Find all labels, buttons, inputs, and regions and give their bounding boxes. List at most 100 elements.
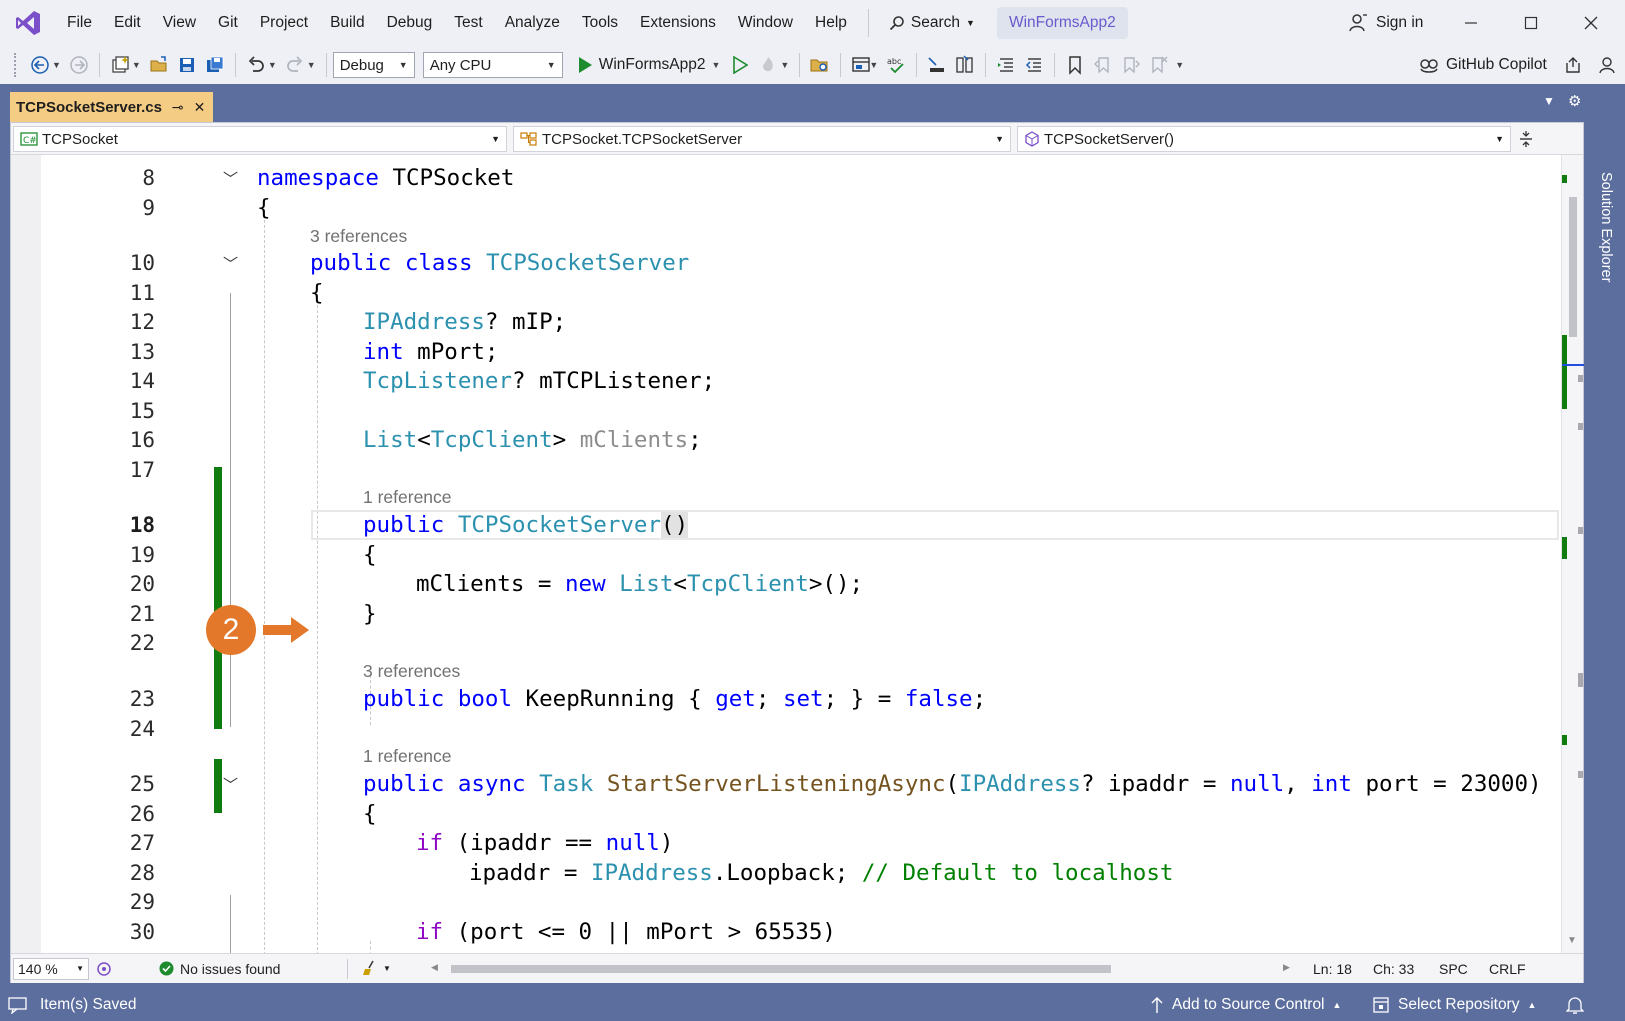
open-file-button[interactable] bbox=[145, 51, 173, 79]
visual-studio-logo-icon[interactable] bbox=[0, 0, 56, 46]
panel-icon bbox=[956, 55, 973, 73]
horizontal-scrollbar[interactable]: ◀ ▶ bbox=[431, 962, 1331, 976]
line-ending-indicator[interactable]: CRLF bbox=[1489, 954, 1526, 984]
toggle-panel-button[interactable] bbox=[951, 51, 979, 79]
member-dropdown[interactable]: TCPSocketServer() ▼ bbox=[1017, 126, 1511, 152]
chevron-down-icon[interactable]: ▼ bbox=[869, 60, 878, 70]
start-without-debugging-button[interactable] bbox=[726, 51, 754, 79]
menu-test[interactable]: Test bbox=[443, 0, 493, 46]
outdent-button[interactable] bbox=[992, 51, 1020, 79]
feedback-icon[interactable] bbox=[1597, 55, 1617, 75]
sign-in-label: Sign in bbox=[1376, 14, 1424, 31]
solution-explorer-side-tab[interactable]: Solution Explorer bbox=[1588, 172, 1614, 302]
split-icon bbox=[1520, 131, 1532, 147]
chevron-down-icon[interactable]: ﹀ bbox=[223, 774, 239, 794]
chevron-down-icon[interactable]: ▼ bbox=[307, 60, 316, 70]
tab-overflow-icon[interactable]: ▼ bbox=[1543, 94, 1555, 108]
gear-icon[interactable]: ⚙ bbox=[1568, 92, 1581, 110]
menu-help[interactable]: Help bbox=[804, 0, 858, 46]
solution-name-badge[interactable]: WinFormsApp2 bbox=[996, 7, 1128, 39]
menu-git[interactable]: Git bbox=[207, 0, 249, 46]
undo-button[interactable] bbox=[242, 51, 270, 79]
start-debugging-button[interactable]: WinFormsApp2 ▼ bbox=[577, 56, 720, 74]
chevron-down-icon[interactable]: ﹀ bbox=[223, 168, 239, 188]
menu-view[interactable]: View bbox=[152, 0, 207, 46]
menu-build[interactable]: Build bbox=[319, 0, 375, 46]
scroll-right-icon[interactable]: ▶ bbox=[1283, 962, 1290, 973]
next-bookmark-button[interactable] bbox=[1117, 51, 1145, 79]
new-project-button[interactable] bbox=[106, 51, 134, 79]
sign-in-button[interactable]: Sign in bbox=[1348, 0, 1423, 46]
run-target-label: WinFormsApp2 bbox=[598, 56, 706, 73]
pin-icon[interactable]: ⊸ bbox=[172, 99, 184, 116]
project-dropdown[interactable]: C# TCPSocket ▼ bbox=[13, 126, 507, 152]
close-tab-icon[interactable]: ✕ bbox=[194, 99, 206, 116]
code-cleanup-button[interactable]: ▼ bbox=[361, 959, 391, 977]
solution-explorer-toolbar-button[interactable] bbox=[806, 51, 834, 79]
menu-project[interactable]: Project bbox=[249, 0, 319, 46]
codelens-references[interactable]: 3 references bbox=[363, 656, 460, 686]
menu-analyze[interactable]: Analyze bbox=[494, 0, 571, 46]
type-dropdown[interactable]: TCPSocket.TCPSocketServer ▼ bbox=[513, 126, 1011, 152]
clear-bookmarks-button[interactable] bbox=[1145, 51, 1173, 79]
share-icon[interactable] bbox=[1563, 55, 1583, 75]
menu-tools[interactable]: Tools bbox=[571, 0, 629, 46]
toolbar-separator bbox=[985, 53, 987, 77]
navigate-back-button[interactable] bbox=[26, 51, 54, 79]
chevron-down-icon[interactable]: ﹀ bbox=[223, 253, 239, 273]
codelens-references[interactable]: 3 references bbox=[310, 221, 407, 251]
toolbar-overflow-icon[interactable]: ▼ bbox=[1175, 60, 1184, 70]
scroll-left-icon[interactable]: ◀ bbox=[431, 962, 438, 973]
indent-button[interactable] bbox=[1020, 51, 1048, 79]
split-editor-button[interactable] bbox=[1515, 126, 1537, 152]
add-to-source-control-button[interactable]: Add to Source Control ▲ bbox=[1150, 989, 1341, 1021]
menu-extensions[interactable]: Extensions bbox=[629, 0, 727, 46]
line-number: 23 bbox=[129, 687, 155, 711]
navigate-forward-button[interactable] bbox=[65, 51, 93, 79]
chevron-down-icon[interactable]: ▼ bbox=[268, 60, 277, 70]
zoom-dropdown[interactable]: 140 % ▼ bbox=[13, 957, 89, 980]
solution-platform-dropdown[interactable]: Any CPU ▼ bbox=[422, 52, 563, 78]
scroll-down-icon[interactable]: ▼ bbox=[1567, 935, 1577, 946]
tab-tcpsocketserver-cs[interactable]: TCPSocketServer.cs ⊸ ✕ bbox=[10, 92, 214, 122]
menu-debug[interactable]: Debug bbox=[376, 0, 444, 46]
select-repository-button[interactable]: Select Repository ▲ bbox=[1372, 989, 1536, 1021]
toolbar-grip[interactable] bbox=[14, 53, 20, 77]
github-copilot-button[interactable]: GitHub Copilot bbox=[1418, 46, 1617, 84]
intellicode-icon[interactable] bbox=[95, 960, 113, 978]
save-all-button[interactable] bbox=[201, 51, 229, 79]
menu-window[interactable]: Window bbox=[727, 0, 804, 46]
hot-reload-button[interactable] bbox=[754, 51, 782, 79]
codelens-references[interactable]: 1 reference bbox=[363, 482, 452, 512]
menu-file[interactable]: File bbox=[56, 0, 103, 46]
chevron-down-icon[interactable]: ▼ bbox=[132, 60, 141, 70]
code-text-area[interactable]: 8 ﹀ namespace TCPSocket 9 { 3 references… bbox=[11, 155, 1561, 953]
codelens-references[interactable]: 1 reference bbox=[363, 741, 452, 771]
code-line-15: 15 bbox=[11, 396, 1561, 426]
solution-configuration-dropdown[interactable]: Debug ▼ bbox=[332, 52, 415, 78]
close-window-button[interactable] bbox=[1562, 0, 1620, 46]
spell-check-button[interactable]: abc bbox=[882, 51, 910, 79]
scrollbar-thumb[interactable] bbox=[451, 965, 1111, 973]
save-button[interactable] bbox=[173, 51, 201, 79]
vertical-scrollbar[interactable]: ▼ bbox=[1561, 155, 1584, 953]
code-text: ipaddr = IPAddress.Loopback; // Default … bbox=[469, 860, 1174, 886]
chevron-down-icon[interactable]: ▼ bbox=[52, 60, 61, 70]
redo-button[interactable] bbox=[281, 51, 309, 79]
minimize-button[interactable] bbox=[1442, 0, 1500, 46]
search-button[interactable]: Search ▼ bbox=[879, 0, 985, 46]
previous-bookmark-button[interactable] bbox=[1089, 51, 1117, 79]
line-number: 15 bbox=[129, 399, 155, 423]
menu-edit[interactable]: Edit bbox=[103, 0, 152, 46]
scrollbar-thumb[interactable] bbox=[1569, 197, 1577, 337]
issues-indicator[interactable]: No issues found bbox=[159, 961, 280, 977]
maximize-button[interactable] bbox=[1502, 0, 1560, 46]
menu-bar: File Edit View Git Project Build Debug T… bbox=[0, 0, 1625, 46]
whitespace-indicator[interactable]: SPC bbox=[1439, 954, 1468, 984]
bell-icon[interactable] bbox=[1566, 995, 1584, 1015]
line-indicator[interactable]: Ln: 18 bbox=[1313, 954, 1352, 984]
char-indicator[interactable]: Ch: 33 bbox=[1373, 954, 1414, 984]
step-over-button[interactable] bbox=[923, 51, 951, 79]
chevron-down-icon[interactable]: ▼ bbox=[780, 60, 789, 70]
toggle-bookmark-button[interactable] bbox=[1061, 51, 1089, 79]
